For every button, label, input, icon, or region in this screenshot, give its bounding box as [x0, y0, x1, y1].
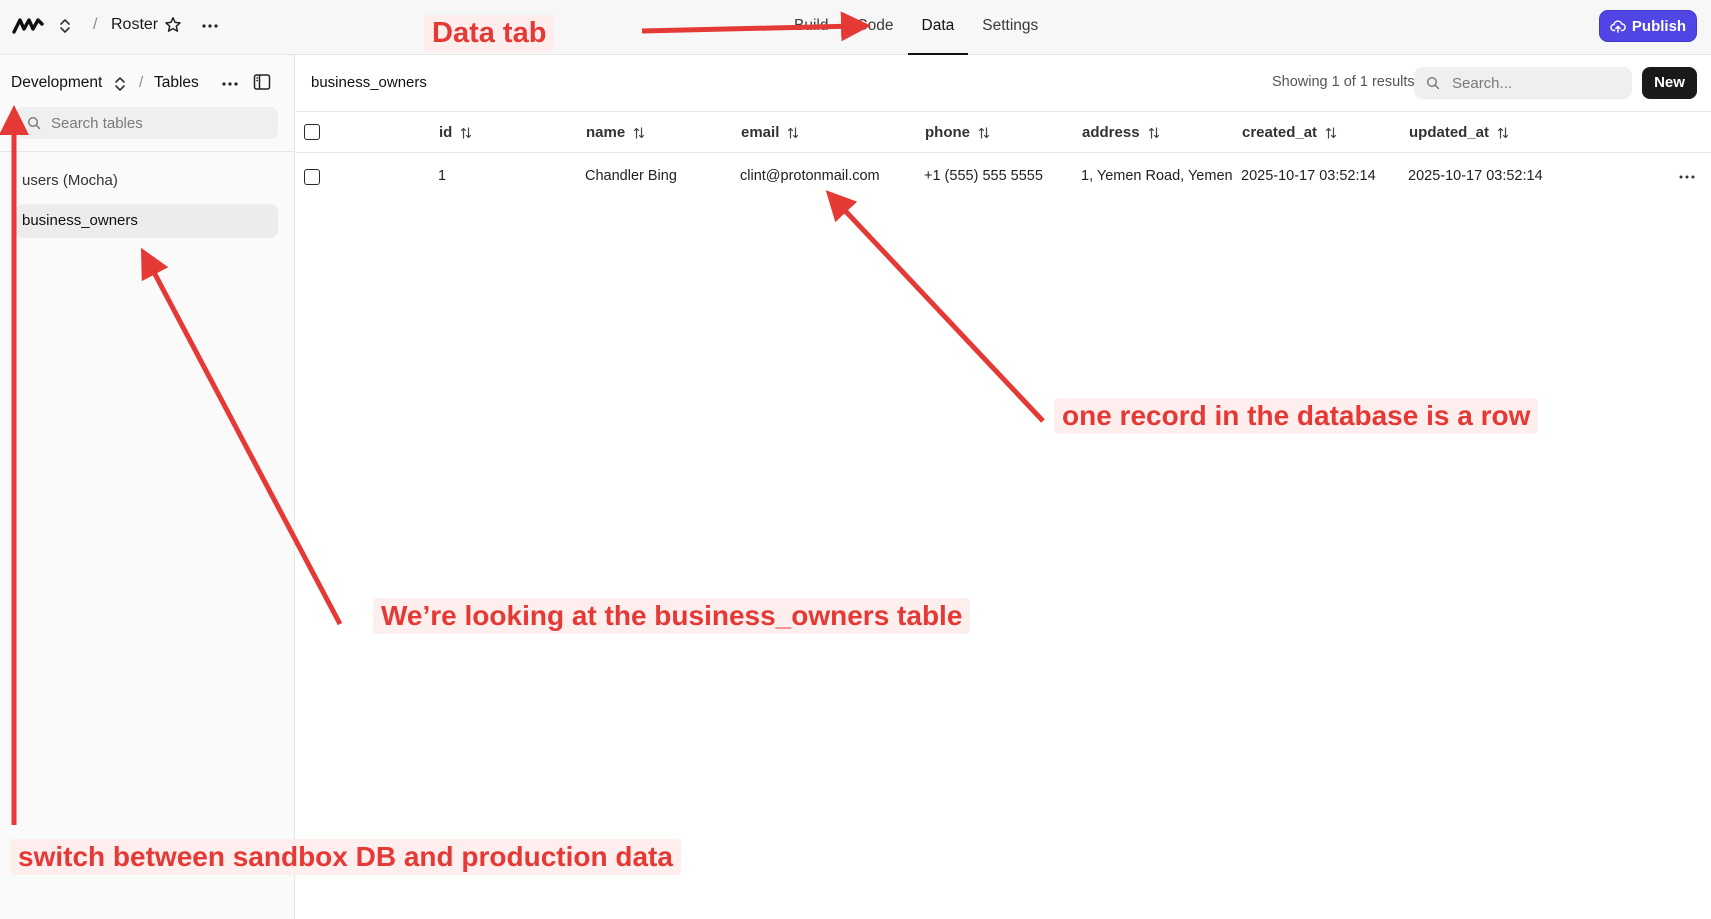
search-icon: [1426, 76, 1440, 90]
chevron-up-down-icon[interactable]: [113, 75, 127, 93]
search-icon: [27, 116, 41, 130]
sort-icon[interactable]: [1148, 126, 1160, 140]
more-options-icon[interactable]: [220, 74, 240, 94]
search-tables-input[interactable]: [51, 107, 271, 139]
publish-button[interactable]: Publish: [1599, 10, 1697, 42]
table-toolbar: business_owners Showing 1 of 1 results N…: [296, 55, 1711, 112]
column-header-updated-at[interactable]: updated_at: [1409, 124, 1509, 141]
new-record-button[interactable]: New: [1642, 67, 1697, 99]
chevron-up-down-icon[interactable]: [58, 17, 72, 35]
tab-data[interactable]: Data: [907, 0, 969, 55]
top-bar: / Roster Build Code Data Settings Publis…: [0, 0, 1711, 55]
sort-icon[interactable]: [633, 126, 645, 140]
sidebar-item-business-owners[interactable]: business_owners: [15, 204, 278, 238]
column-label: phone: [925, 124, 970, 141]
table-search: [15, 107, 278, 139]
divider: [0, 151, 295, 152]
more-options-icon[interactable]: [200, 16, 220, 36]
column-label: email: [741, 124, 780, 141]
cloud-upload-icon: [1610, 20, 1626, 33]
column-header-address[interactable]: address: [1082, 124, 1160, 141]
app-logo-icon[interactable]: [12, 15, 44, 37]
cell-address[interactable]: 1, Yemen Road, Yemen: [1081, 168, 1233, 184]
annotation-environment: switch between sandbox DB and production…: [10, 839, 681, 875]
column-label: id: [439, 124, 453, 141]
sidebar: Development / Tables users (Mocha) busin…: [0, 55, 295, 919]
column-label: address: [1082, 124, 1140, 141]
row-checkbox[interactable]: [304, 169, 320, 185]
cell-updated-at[interactable]: 2025-10-17 03:52:14: [1408, 168, 1543, 184]
sort-icon[interactable]: [1497, 126, 1509, 140]
sidebar-toggle-icon[interactable]: [253, 73, 271, 91]
column-label: updated_at: [1409, 124, 1490, 141]
cell-name[interactable]: Chandler Bing: [585, 168, 677, 184]
cell-id[interactable]: 1: [438, 168, 446, 184]
annotation-data-tab: Data tab: [424, 15, 555, 52]
select-all-checkbox[interactable]: [304, 124, 320, 140]
table-header-row: id name email phone address created_at u…: [296, 112, 1711, 153]
arrow-to-row: [825, 190, 1045, 423]
sort-icon[interactable]: [787, 126, 799, 140]
project-name[interactable]: Roster: [111, 16, 158, 34]
tables-section-title: Tables: [154, 74, 199, 91]
sort-icon[interactable]: [1325, 126, 1337, 140]
annotation-row: one record in the database is a row: [1054, 398, 1539, 434]
column-header-email[interactable]: email: [741, 124, 799, 141]
sort-icon[interactable]: [978, 126, 990, 140]
breadcrumb-separator: /: [93, 16, 98, 33]
publish-label: Publish: [1631, 17, 1687, 35]
cell-phone[interactable]: +1 (555) 555 5555: [924, 168, 1043, 184]
column-header-id[interactable]: id: [439, 124, 472, 141]
row-actions-icon[interactable]: [1677, 168, 1697, 186]
cell-email[interactable]: clint@protonmail.com: [740, 168, 880, 184]
tab-code[interactable]: Code: [842, 0, 907, 55]
star-icon[interactable]: [164, 16, 182, 34]
record-search: [1414, 67, 1632, 99]
annotation-table: We’re looking at the business_owners tab…: [373, 598, 971, 634]
sort-icon[interactable]: [460, 126, 472, 140]
environment-selector[interactable]: Development: [11, 74, 102, 92]
results-count: Showing 1 of 1 results: [1272, 74, 1415, 90]
top-tabs: Build Code Data Settings: [780, 0, 1052, 55]
column-header-phone[interactable]: phone: [925, 124, 990, 141]
cell-created-at[interactable]: 2025-10-17 03:52:14: [1241, 168, 1376, 184]
tab-build[interactable]: Build: [780, 0, 842, 55]
column-label: name: [586, 124, 626, 141]
table-title: business_owners: [311, 74, 427, 91]
column-header-created-at[interactable]: created_at: [1242, 124, 1337, 141]
breadcrumb-separator: /: [139, 74, 144, 91]
sidebar-item-users[interactable]: users (Mocha): [15, 164, 278, 198]
search-records-input[interactable]: [1452, 67, 1622, 99]
column-label: created_at: [1242, 124, 1318, 141]
column-header-name[interactable]: name: [586, 124, 645, 141]
table-row[interactable]: 1 Chandler Bing clint@protonmail.com +1 …: [296, 153, 1711, 200]
tab-settings[interactable]: Settings: [968, 0, 1052, 55]
